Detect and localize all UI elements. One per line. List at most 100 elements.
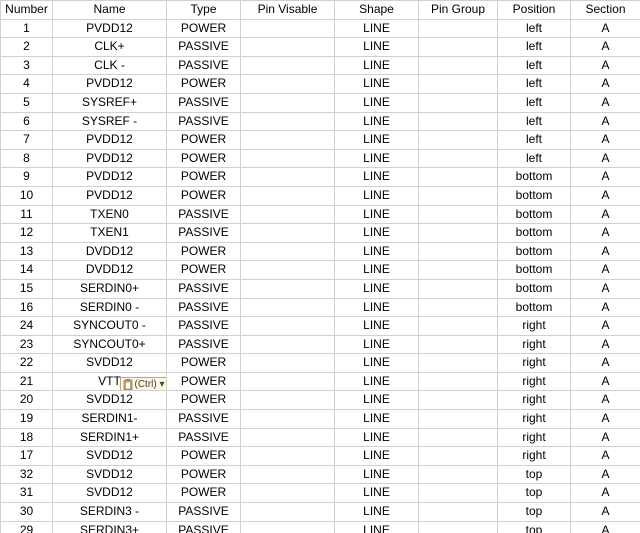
cell-pin-group[interactable]	[419, 428, 498, 447]
cell-name[interactable]: SERDIN1-	[53, 410, 167, 429]
cell-type[interactable]: PASSIVE	[167, 279, 241, 298]
cell-number[interactable]: 11	[1, 205, 53, 224]
cell-name[interactable]: PVDD12	[53, 149, 167, 168]
cell-pin-visible[interactable]	[241, 372, 335, 391]
cell-name[interactable]: SERDIN3+	[53, 521, 167, 533]
cell-number[interactable]: 14	[1, 261, 53, 280]
cell-section[interactable]: A	[571, 465, 640, 484]
cell-position[interactable]: right	[498, 317, 571, 336]
cell-pin-visible[interactable]	[241, 484, 335, 503]
cell-position[interactable]: bottom	[498, 298, 571, 317]
table-row[interactable]: 19SERDIN1-PASSIVELINErightA	[1, 410, 640, 429]
cell-pin-group[interactable]	[419, 465, 498, 484]
cell-pin-visible[interactable]	[241, 149, 335, 168]
col-pin-group[interactable]: Pin Group	[419, 1, 498, 20]
cell-pin-visible[interactable]	[241, 93, 335, 112]
cell-pin-group[interactable]	[419, 298, 498, 317]
cell-shape[interactable]: LINE	[335, 428, 419, 447]
cell-number[interactable]: 30	[1, 503, 53, 522]
cell-shape[interactable]: LINE	[335, 149, 419, 168]
cell-type[interactable]: PASSIVE	[167, 335, 241, 354]
cell-number[interactable]: 21	[1, 372, 53, 391]
cell-pin-group[interactable]	[419, 391, 498, 410]
cell-number[interactable]: 13	[1, 242, 53, 261]
cell-name[interactable]: CLK+	[53, 38, 167, 57]
cell-position[interactable]: right	[498, 354, 571, 373]
cell-number[interactable]: 19	[1, 410, 53, 429]
table-row[interactable]: 14DVDD12POWERLINEbottomA	[1, 261, 640, 280]
cell-number[interactable]: 31	[1, 484, 53, 503]
cell-type[interactable]: POWER	[167, 391, 241, 410]
cell-number[interactable]: 24	[1, 317, 53, 336]
cell-number[interactable]: 2	[1, 38, 53, 57]
table-row[interactable]: 32SVDD12POWERLINEtopA	[1, 465, 640, 484]
cell-pin-group[interactable]	[419, 93, 498, 112]
cell-pin-visible[interactable]	[241, 242, 335, 261]
cell-position[interactable]: left	[498, 19, 571, 38]
cell-shape[interactable]: LINE	[335, 354, 419, 373]
cell-position[interactable]: top	[498, 503, 571, 522]
table-row[interactable]: 1PVDD12POWERLINEleftA	[1, 19, 640, 38]
cell-pin-group[interactable]	[419, 372, 498, 391]
cell-pin-group[interactable]	[419, 521, 498, 533]
cell-pin-group[interactable]	[419, 261, 498, 280]
cell-section[interactable]: A	[571, 38, 640, 57]
cell-section[interactable]: A	[571, 298, 640, 317]
table-row[interactable]: 13DVDD12POWERLINEbottomA	[1, 242, 640, 261]
cell-position[interactable]: right	[498, 447, 571, 466]
cell-type[interactable]: PASSIVE	[167, 112, 241, 131]
cell-pin-visible[interactable]	[241, 168, 335, 187]
table-row[interactable]: 21VTT(Ctrl) ▾POWERLINErightA	[1, 372, 640, 391]
cell-number[interactable]: 12	[1, 224, 53, 243]
cell-name[interactable]: DVDD12	[53, 261, 167, 280]
table-row[interactable]: 6SYSREF -PASSIVELINEleftA	[1, 112, 640, 131]
cell-pin-visible[interactable]	[241, 56, 335, 75]
cell-shape[interactable]: LINE	[335, 38, 419, 57]
cell-pin-visible[interactable]	[241, 503, 335, 522]
cell-position[interactable]: right	[498, 410, 571, 429]
cell-pin-group[interactable]	[419, 484, 498, 503]
cell-section[interactable]: A	[571, 19, 640, 38]
cell-type[interactable]: POWER	[167, 186, 241, 205]
cell-section[interactable]: A	[571, 131, 640, 150]
cell-pin-group[interactable]	[419, 149, 498, 168]
cell-position[interactable]: right	[498, 428, 571, 447]
cell-shape[interactable]: LINE	[335, 224, 419, 243]
cell-section[interactable]: A	[571, 391, 640, 410]
cell-shape[interactable]: LINE	[335, 298, 419, 317]
table-row[interactable]: 17SVDD12POWERLINErightA	[1, 447, 640, 466]
cell-name[interactable]: PVDD12	[53, 131, 167, 150]
cell-pin-group[interactable]	[419, 112, 498, 131]
col-position[interactable]: Position	[498, 1, 571, 20]
cell-name[interactable]: SVDD12	[53, 447, 167, 466]
cell-number[interactable]: 20	[1, 391, 53, 410]
cell-number[interactable]: 7	[1, 131, 53, 150]
cell-section[interactable]: A	[571, 279, 640, 298]
cell-shape[interactable]: LINE	[335, 242, 419, 261]
cell-number[interactable]: 1	[1, 19, 53, 38]
cell-type[interactable]: PASSIVE	[167, 521, 241, 533]
cell-shape[interactable]: LINE	[335, 372, 419, 391]
cell-number[interactable]: 9	[1, 168, 53, 187]
cell-shape[interactable]: LINE	[335, 112, 419, 131]
cell-number[interactable]: 18	[1, 428, 53, 447]
table-row[interactable]: 22SVDD12POWERLINErightA	[1, 354, 640, 373]
cell-pin-group[interactable]	[419, 317, 498, 336]
cell-section[interactable]: A	[571, 335, 640, 354]
cell-position[interactable]: bottom	[498, 279, 571, 298]
cell-type[interactable]: PASSIVE	[167, 503, 241, 522]
cell-shape[interactable]: LINE	[335, 168, 419, 187]
cell-number[interactable]: 15	[1, 279, 53, 298]
cell-pin-visible[interactable]	[241, 112, 335, 131]
cell-type[interactable]: PASSIVE	[167, 205, 241, 224]
cell-section[interactable]: A	[571, 186, 640, 205]
paste-options-icon[interactable]: (Ctrl) ▾	[120, 377, 167, 391]
cell-pin-visible[interactable]	[241, 224, 335, 243]
cell-type[interactable]: PASSIVE	[167, 38, 241, 57]
cell-number[interactable]: 5	[1, 93, 53, 112]
table-row[interactable]: 8PVDD12POWERLINEleftA	[1, 149, 640, 168]
cell-pin-visible[interactable]	[241, 410, 335, 429]
cell-shape[interactable]: LINE	[335, 56, 419, 75]
cell-section[interactable]: A	[571, 317, 640, 336]
cell-position[interactable]: top	[498, 484, 571, 503]
